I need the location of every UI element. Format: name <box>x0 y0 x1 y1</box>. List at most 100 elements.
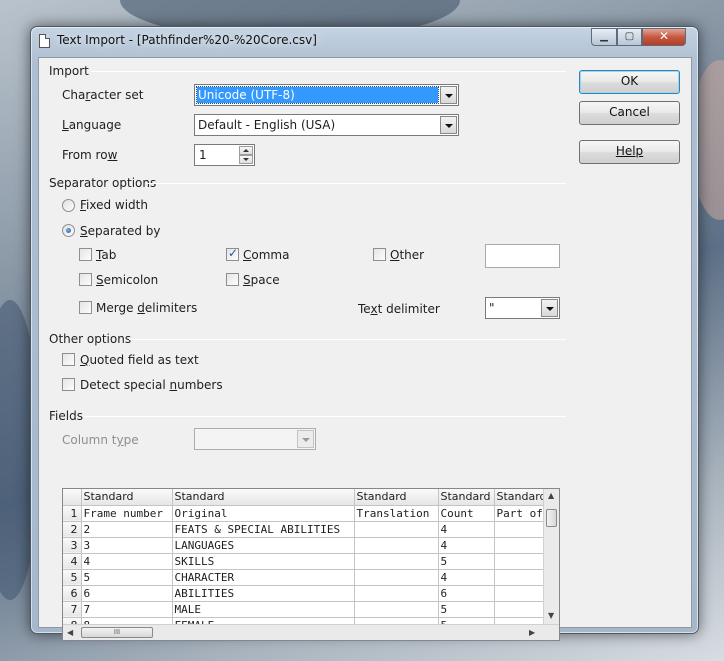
table-cell[interactable] <box>354 521 439 538</box>
comma-label[interactable]: Comma <box>243 248 289 262</box>
comma-checkbox[interactable] <box>226 246 239 261</box>
text-delimiter-select[interactable]: " <box>485 297 560 319</box>
maximize-button[interactable]: ▢ <box>617 28 642 46</box>
scroll-right-icon[interactable]: ▶ <box>529 628 535 637</box>
table-cell[interactable] <box>494 553 548 570</box>
tab-label[interactable]: Tab <box>96 248 116 262</box>
detect-special-numbers-checkbox[interactable] <box>62 378 75 391</box>
help-button-label: Help <box>615 144 644 158</box>
table-cell[interactable]: 2 <box>81 521 173 538</box>
semicolon-checkbox[interactable] <box>79 273 92 286</box>
table-cell[interactable] <box>494 537 548 554</box>
language-value: Default - English (USA) <box>198 118 336 132</box>
table-cell[interactable]: 5 <box>438 553 495 570</box>
fields-preview-grid[interactable]: Standard Standard Standard Standard Stan… <box>62 488 560 641</box>
from-row-value: 1 <box>199 148 207 162</box>
spin-up-icon[interactable] <box>239 146 253 155</box>
table-cell[interactable] <box>494 585 548 602</box>
table-cell[interactable] <box>494 569 548 586</box>
separated-by-radio[interactable] <box>62 224 75 237</box>
vertical-scrollbar[interactable]: ▲ ▼ <box>543 489 559 625</box>
scroll-left-icon[interactable]: ◀ <box>67 628 73 637</box>
table-cell[interactable]: Original <box>172 505 355 522</box>
table-cell[interactable]: 4 <box>81 553 173 570</box>
merge-delimiters-label[interactable]: Merge delimiters <box>96 301 197 315</box>
table-cell[interactable]: 7 <box>81 601 173 618</box>
table-cell[interactable] <box>354 585 439 602</box>
table-cell[interactable]: Part of <box>494 505 548 522</box>
close-button[interactable]: ✕ <box>642 28 686 46</box>
chevron-down-icon[interactable] <box>440 86 457 104</box>
corner-cell[interactable] <box>63 489 82 506</box>
column-header[interactable]: Standard <box>81 489 173 506</box>
detect-special-numbers-label[interactable]: Detect special numbers <box>80 378 223 392</box>
table-cell[interactable]: 5 <box>81 569 173 586</box>
table-cell[interactable] <box>354 601 439 618</box>
table-cell[interactable]: 5 <box>438 601 495 618</box>
cancel-button[interactable]: Cancel <box>579 101 680 125</box>
fixed-width-radio[interactable] <box>62 199 75 212</box>
table-cell[interactable]: 4 <box>438 521 495 538</box>
fixed-width-label[interactable]: Fixed width <box>80 198 148 212</box>
ok-button[interactable]: OK <box>579 70 680 94</box>
merge-delimiters-checkbox[interactable] <box>79 301 92 314</box>
table-cell[interactable]: 6 <box>438 585 495 602</box>
document-icon <box>39 34 50 48</box>
table-cell[interactable]: 4 <box>438 537 495 554</box>
column-type-select[interactable] <box>194 428 316 450</box>
spin-down-icon[interactable] <box>239 155 253 164</box>
chevron-down-icon <box>297 430 314 448</box>
table-cell[interactable] <box>494 601 548 618</box>
column-header[interactable]: Standard <box>354 489 439 506</box>
row-number: 7 <box>63 601 82 618</box>
from-row-spinner[interactable]: 1 <box>194 144 255 166</box>
column-type-label: Column type <box>62 433 139 447</box>
other-label[interactable]: Other <box>390 248 424 262</box>
scroll-up-icon[interactable]: ▲ <box>548 491 554 500</box>
other-delimiter-input[interactable] <box>485 244 560 268</box>
preview-table: Standard Standard Standard Standard Stan… <box>63 489 548 634</box>
horizontal-scrollbar[interactable]: ◀ III ▶ <box>63 624 559 640</box>
quoted-field-checkbox[interactable] <box>62 353 75 366</box>
table-cell[interactable] <box>354 553 439 570</box>
chevron-down-icon[interactable] <box>541 299 558 317</box>
table-cell[interactable]: MALE <box>172 601 355 618</box>
character-set-select[interactable]: Unicode (UTF-8) <box>194 84 459 106</box>
table-cell[interactable]: Frame number <box>81 505 173 522</box>
table-row: 6 6 ABILITIES 6 <box>63 585 548 602</box>
text-delimiter-value: " <box>489 301 495 315</box>
table-cell[interactable] <box>354 569 439 586</box>
scroll-down-icon[interactable]: ▼ <box>548 611 554 620</box>
table-cell[interactable]: SKILLS <box>172 553 355 570</box>
table-row: 3 3 LANGUAGES 4 <box>63 537 548 554</box>
table-cell[interactable] <box>494 521 548 538</box>
table-cell[interactable] <box>354 537 439 554</box>
quoted-field-label[interactable]: Quoted field as text <box>80 353 199 367</box>
table-cell[interactable]: 6 <box>81 585 173 602</box>
horizontal-scroll-thumb[interactable]: III <box>81 627 153 638</box>
table-cell[interactable]: LANGUAGES <box>172 537 355 554</box>
tab-checkbox[interactable] <box>79 248 92 261</box>
table-cell[interactable]: Count <box>438 505 495 522</box>
table-cell[interactable]: FEATS & SPECIAL ABILITIES <box>172 521 355 538</box>
semicolon-label[interactable]: Semicolon <box>96 273 158 287</box>
table-cell[interactable]: ABILITIES <box>172 585 355 602</box>
language-select[interactable]: Default - English (USA) <box>194 114 459 136</box>
title-bar[interactable]: Text Import - [Pathfinder%20-%20Core.csv… <box>31 27 698 55</box>
column-header[interactable]: Standard <box>494 489 548 506</box>
table-cell[interactable]: 4 <box>438 569 495 586</box>
minimize-button[interactable]: ▁ <box>591 28 617 46</box>
column-header[interactable]: Standard <box>172 489 355 506</box>
table-cell[interactable]: 3 <box>81 537 173 554</box>
column-header[interactable]: Standard <box>438 489 495 506</box>
vertical-scroll-thumb[interactable] <box>546 509 557 527</box>
table-cell[interactable]: CHARACTER <box>172 569 355 586</box>
table-cell[interactable]: Translation <box>354 505 439 522</box>
row-number: 5 <box>63 569 82 586</box>
space-checkbox[interactable] <box>226 273 239 286</box>
chevron-down-icon[interactable] <box>440 116 457 134</box>
separated-by-label[interactable]: Separated by <box>80 224 161 238</box>
other-checkbox[interactable] <box>373 248 386 261</box>
space-label[interactable]: Space <box>243 273 280 287</box>
help-button[interactable]: Help <box>579 140 680 164</box>
